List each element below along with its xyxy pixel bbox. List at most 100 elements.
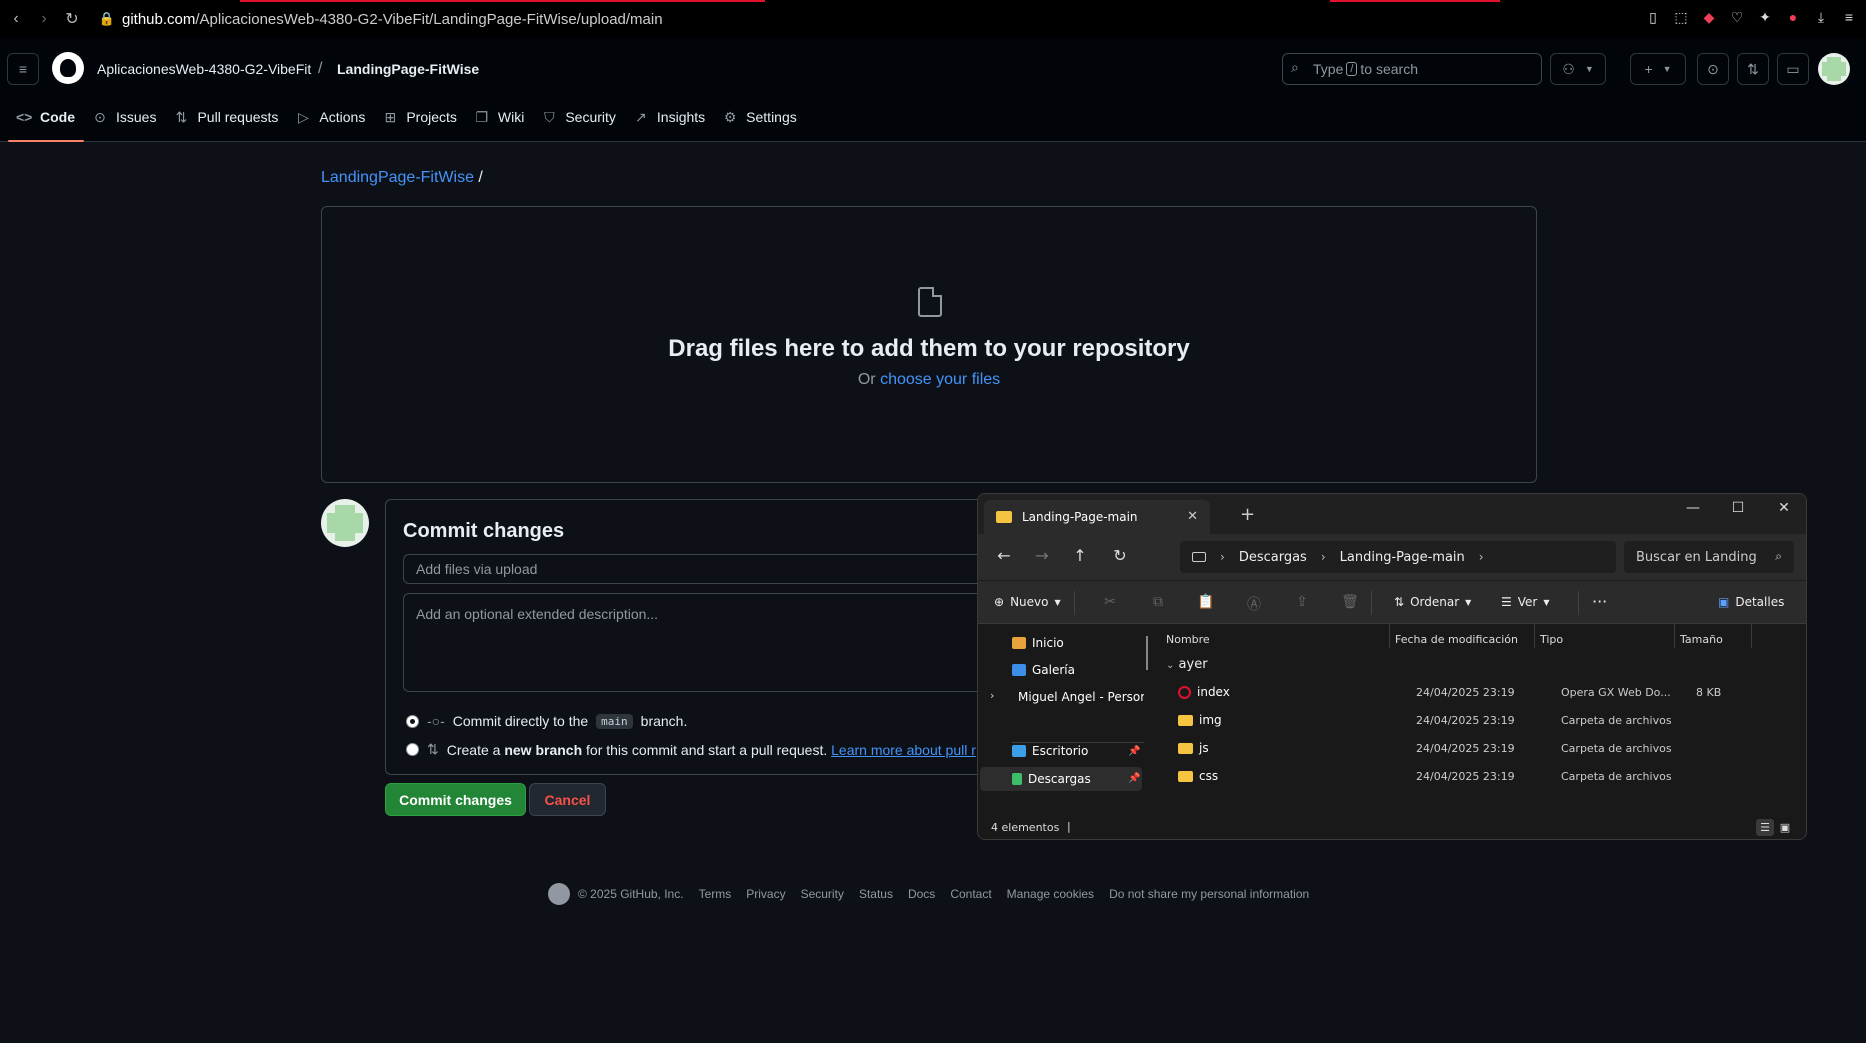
github-logo-icon[interactable] [52,52,84,84]
sidebar-item-inicio[interactable]: Inicio [1012,636,1144,650]
cut-icon[interactable]: ✂ [1100,594,1120,610]
heart-icon[interactable]: ♡ [1728,8,1746,26]
details-view-icon[interactable]: ☰ [1756,819,1774,836]
tab-issues[interactable]: ⊙ Issues [84,100,165,142]
close-window-icon[interactable]: ✕ [1772,500,1796,516]
forward-icon[interactable]: › [30,10,58,28]
footer-link[interactable]: Terms [699,887,732,901]
sort-button[interactable]: ⇅ Ordenar ▼ [1394,595,1471,609]
commit-summary-input[interactable]: Add files via upload [403,554,1023,584]
commit-changes-button[interactable]: Commit changes [385,783,526,816]
breadcrumb-repo-link[interactable]: LandingPage-FitWise [321,169,474,186]
file-row[interactable]: js 24/04/2025 23:19 Carpeta de archivos [1158,736,1798,760]
maximize-icon[interactable]: ☐ [1726,500,1750,516]
back-icon[interactable]: ‹ [2,10,30,28]
more-options-button[interactable]: ··· [1592,592,1607,611]
pull-requests-button[interactable]: ⇅ [1737,53,1769,85]
file-explorer-window[interactable]: Landing-Page-main ✕ + — ☐ ✕ ← → ↑ ↻ › De… [977,493,1807,840]
avatar[interactable] [1818,53,1850,85]
new-branch-radio[interactable] [406,743,419,756]
new-branch-option[interactable]: ⇅ Create a new branch for this commit an… [406,741,976,758]
issues-button[interactable]: ⊙ [1697,53,1729,85]
explorer-search-input[interactable]: Buscar en Landing ⌕ [1624,541,1794,573]
extensions-icon[interactable]: ✦ [1756,8,1774,26]
learn-more-link[interactable]: Learn more about pull r [831,742,976,758]
footer-link[interactable]: Status [859,887,893,901]
column-header-type[interactable]: Tipo [1540,633,1563,646]
footer-link[interactable]: Docs [908,887,935,901]
profile-icon[interactable]: ● [1784,8,1802,26]
address-bar[interactable]: github.com/AplicacionesWeb-4380-G2-VibeF… [122,11,663,28]
pin-icon[interactable]: 📌 [1128,746,1140,757]
file-row[interactable]: css 24/04/2025 23:19 Carpeta de archivos [1158,764,1798,788]
new-button[interactable]: ⊕ Nuevo ▼ [994,595,1061,609]
close-tab-icon[interactable]: ✕ [1187,509,1198,524]
choose-files-link[interactable]: choose your files [880,371,1000,388]
pocket-icon[interactable]: ◆ [1700,8,1718,26]
repo-name-link[interactable]: LandingPage-FitWise [337,61,479,77]
repo-owner-link[interactable]: AplicacionesWeb-4380-G2-VibeFit [97,61,311,77]
column-divider[interactable] [1534,624,1535,648]
sidebar-icon[interactable]: ▯ [1644,8,1662,26]
pin-icon[interactable]: 📌 [1128,773,1140,784]
tab-wiki[interactable]: ❐ Wiki [466,100,533,142]
new-tab-icon[interactable]: + [1240,504,1255,525]
footer-link[interactable]: Manage cookies [1007,887,1094,901]
paste-icon[interactable]: 📋 [1196,594,1216,610]
sidebar-item-galeria[interactable]: Galería [1012,663,1144,677]
column-header-size[interactable]: Tamaño [1680,633,1723,646]
footer-link[interactable]: Do not share my personal information [1109,887,1309,901]
group-header[interactable]: ⌄ ayer [1166,657,1208,672]
minimize-icon[interactable]: — [1681,500,1705,516]
tab-pull-requests[interactable]: ⇅ Pull requests [165,100,287,142]
footer-link[interactable]: Contact [950,887,991,901]
sidebar-item-escritorio[interactable]: Escritorio [1012,744,1144,758]
search-input[interactable]: ⌕ Type / to search [1282,53,1542,85]
tab-actions[interactable]: ▷ Actions [287,100,374,142]
back-icon[interactable]: ← [992,546,1016,565]
reload-icon[interactable]: ↻ [58,9,86,29]
delete-icon[interactable]: 🗑 [1340,594,1360,610]
file-dropzone[interactable]: Drag files here to add them to your repo… [321,206,1537,483]
file-row[interactable]: img 24/04/2025 23:19 Carpeta de archivos [1158,708,1798,732]
scrollbar[interactable] [1146,636,1148,670]
copilot-button[interactable]: ⚇ ▼ [1550,53,1606,85]
rename-icon[interactable]: Ⓐ [1244,594,1264,614]
tiles-view-icon[interactable]: ▣ [1776,819,1794,836]
tab-projects[interactable]: ⊞ Projects [374,100,466,142]
download-icon[interactable]: ⤓ [1812,8,1830,26]
tab-insights[interactable]: ↗ Insights [625,100,714,142]
details-button[interactable]: ▣ Detalles [1718,595,1784,609]
view-button[interactable]: ☰ Ver ▼ [1501,595,1550,609]
github-footer-logo-icon[interactable] [548,883,570,905]
tab-security[interactable]: ⛉ Security [533,100,625,142]
copy-icon[interactable]: ⧉ [1148,594,1168,610]
tab-settings[interactable]: ⚙ Settings [714,100,806,142]
path-segment[interactable]: Landing-Page-main [1340,550,1465,565]
path-segment[interactable]: Descargas [1239,550,1307,565]
footer-link[interactable]: Privacy [746,887,785,901]
column-header-date[interactable]: Fecha de modificación [1395,633,1518,646]
tab-code[interactable]: <> Code [8,100,84,142]
sidebar-item-onedrive[interactable]: Miguel Angel - Personal [1012,690,1144,704]
commit-description-textarea[interactable]: Add an optional extended description... [403,593,1023,692]
menu-icon[interactable]: ≡ [1840,8,1858,26]
create-new-button[interactable]: + ▼ [1630,53,1686,85]
explorer-address-bar[interactable]: › Descargas › Landing-Page-main › [1180,541,1616,573]
screenshot-icon[interactable]: ⬚ [1672,8,1690,26]
up-icon[interactable]: ↑ [1068,546,1092,565]
chevron-right-icon[interactable]: › [990,689,994,702]
column-header-name[interactable]: Nombre [1166,633,1210,646]
column-divider[interactable] [1674,624,1675,648]
forward-icon[interactable]: → [1030,546,1054,565]
sidebar-item-descargas[interactable]: Descargas [1012,772,1144,786]
file-row[interactable]: index 24/04/2025 23:19 Opera GX Web Do..… [1158,680,1798,704]
inbox-button[interactable]: ▭ [1777,53,1809,85]
commit-direct-radio[interactable] [406,714,419,728]
hamburger-menu-button[interactable]: ≡ [7,53,39,85]
cancel-button[interactable]: Cancel [529,783,606,816]
commit-direct-option[interactable]: -○- Commit directly to the main branch. [406,713,687,729]
column-divider[interactable] [1751,624,1752,648]
column-divider[interactable] [1389,624,1390,648]
explorer-titlebar[interactable]: Landing-Page-main ✕ + — ☐ ✕ [978,494,1806,534]
